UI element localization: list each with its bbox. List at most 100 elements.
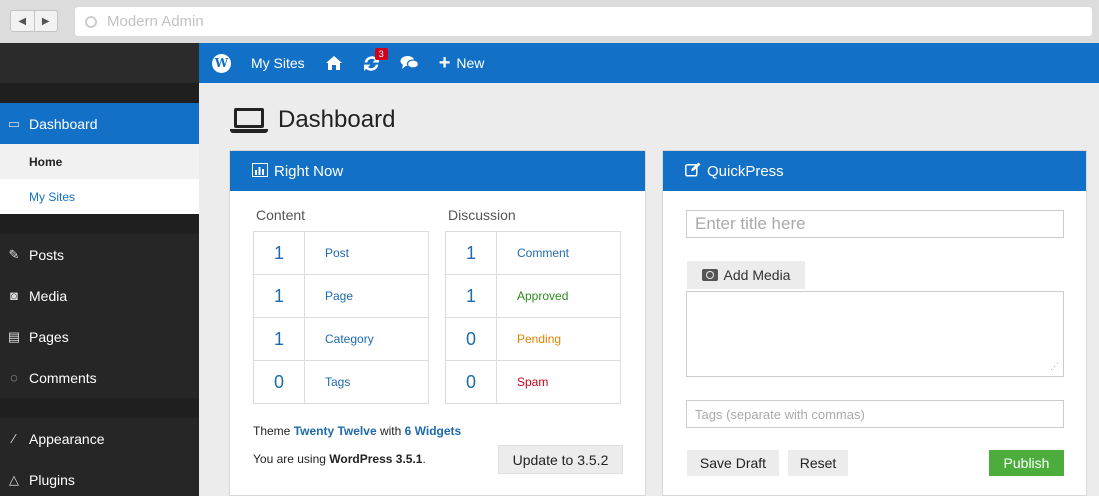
quickpress-panel: QuickPress Enter title here Add Media ⋰ … xyxy=(662,150,1087,496)
updates-count-badge: 3 xyxy=(374,48,388,60)
sidebar-item-appearance[interactable]: ⁄ Appearance xyxy=(0,418,199,459)
resize-handle[interactable]: ⋰ xyxy=(1050,361,1059,372)
theme-info: Theme Twenty Twelve with 6 Widgets xyxy=(253,424,461,438)
post-title-input[interactable]: Enter title here xyxy=(686,210,1064,238)
address-bar-text: Modern Admin xyxy=(107,13,204,30)
page-status-icon xyxy=(85,15,97,28)
back-button[interactable]: ◀ xyxy=(11,11,34,31)
sidebar-item-label: Plugins xyxy=(29,471,75,488)
table-row[interactable]: 1 Comment xyxy=(445,231,621,275)
tags-input[interactable]: Tags (separate with commas) xyxy=(686,400,1064,428)
tags-link[interactable]: Tags xyxy=(304,360,429,404)
table-row[interactable]: 0 Pending xyxy=(445,317,621,361)
magic-wand-icon: ⁄ xyxy=(12,431,16,446)
sidebar-item-label: Media xyxy=(29,287,68,304)
pending-count: 0 xyxy=(445,317,497,361)
reset-button[interactable]: Reset xyxy=(788,450,848,476)
comments-icon xyxy=(400,56,419,69)
plus-icon: + xyxy=(438,52,451,74)
home-icon xyxy=(325,56,342,70)
content-title: Content xyxy=(256,207,306,223)
sidebar-item-label: Dashboard xyxy=(29,115,98,132)
sidebar-item-dashboard[interactable]: ▭ Dashboard xyxy=(0,103,199,144)
post-content-textarea[interactable]: ⋰ xyxy=(686,291,1064,377)
browser-nav-buttons: ◀ ▶ xyxy=(10,10,58,32)
laptop-icon xyxy=(230,106,268,134)
page-title-text: Dashboard xyxy=(278,106,396,133)
sidebar-header xyxy=(0,43,199,83)
wordpress-version: WordPress 3.5.1 xyxy=(329,452,423,466)
sidebar-subitem-label: Home xyxy=(29,154,63,169)
sidebar-item-pages[interactable]: ▤ Pages xyxy=(0,316,199,357)
theme-prefix: Theme xyxy=(253,424,291,438)
post-title-placeholder: Enter title here xyxy=(695,214,806,233)
my-sites-link[interactable]: My Sites xyxy=(241,43,315,83)
publish-button[interactable]: Publish xyxy=(989,450,1064,476)
save-draft-button[interactable]: Save Draft xyxy=(687,450,779,476)
right-now-title: Right Now xyxy=(274,162,344,180)
wordpress-logo-button[interactable]: W xyxy=(199,43,241,83)
table-row[interactable]: 1 Approved xyxy=(445,274,621,318)
table-row[interactable]: 1 Category xyxy=(253,317,429,361)
browser-chrome: ◀ ▶ Modern Admin xyxy=(0,0,1099,43)
sidebar-item-label: Comments xyxy=(29,369,97,386)
theme-link[interactable]: Twenty Twelve xyxy=(294,424,377,438)
new-content-button[interactable]: + New xyxy=(429,43,495,83)
sidebar-subitem-my-sites[interactable]: My Sites xyxy=(0,179,199,214)
sidebar-item-media[interactable]: ◙ Media xyxy=(0,275,199,316)
sidebar-item-label: Posts xyxy=(29,246,65,263)
new-label: New xyxy=(456,55,485,71)
posts-link[interactable]: Post xyxy=(304,231,429,275)
categories-link[interactable]: Category xyxy=(304,317,429,361)
table-row[interactable]: 0 Tags xyxy=(253,360,429,404)
comments-link[interactable]: Comment xyxy=(496,231,621,275)
quickpress-title: QuickPress xyxy=(707,162,784,180)
sidebar-item-posts[interactable]: ✎ Posts xyxy=(0,234,199,275)
theme-with: with xyxy=(379,424,402,438)
category-count: 1 xyxy=(253,317,305,361)
page-count: 1 xyxy=(253,274,305,318)
content-table: 1 Post 1 Page 1 Category 0 Tags xyxy=(253,231,429,404)
sidebar-item-label: Appearance xyxy=(29,430,105,447)
table-row[interactable]: 0 Spam xyxy=(445,360,621,404)
pages-link[interactable]: Page xyxy=(304,274,429,318)
sidebar-item-label: Pages xyxy=(29,328,69,345)
laptop-icon: ▭ xyxy=(7,115,21,131)
address-bar[interactable]: Modern Admin xyxy=(75,7,1092,36)
sidebar-item-plugins[interactable]: △ Plugins xyxy=(0,459,199,496)
book-icon: ▤ xyxy=(7,328,21,344)
spam-count: 0 xyxy=(445,360,497,404)
sidebar-subitem-home[interactable]: Home xyxy=(0,144,199,179)
spam-link[interactable]: Spam xyxy=(496,360,621,404)
approved-link[interactable]: Approved xyxy=(496,274,621,318)
sidebar: ▭ Dashboard Home My Sites ✎ Posts ◙ Medi… xyxy=(0,83,199,496)
flask-icon: △ xyxy=(9,471,19,487)
admin-bar: W My Sites 3 + New xyxy=(199,43,1099,83)
version-info: You are using WordPress 3.5.1. xyxy=(253,452,426,466)
sidebar-item-comments[interactable]: ◌ Comments xyxy=(0,357,199,398)
comment-count: 1 xyxy=(445,231,497,275)
pending-link[interactable]: Pending xyxy=(496,317,621,361)
bar-chart-icon xyxy=(252,162,268,180)
edit-icon xyxy=(685,162,701,180)
forward-button[interactable]: ▶ xyxy=(33,11,58,31)
camera-icon xyxy=(701,269,718,281)
add-media-label: Add Media xyxy=(723,267,791,283)
table-row[interactable]: 1 Page xyxy=(253,274,429,318)
add-media-button[interactable]: Add Media xyxy=(687,261,805,289)
home-button[interactable] xyxy=(315,43,353,83)
update-button[interactable]: Update to 3.5.2 xyxy=(498,445,623,474)
comments-icon: ◌ xyxy=(10,370,18,385)
widgets-link[interactable]: 6 Widgets xyxy=(405,424,462,438)
version-prefix: You are using xyxy=(253,452,326,466)
quickpress-header: QuickPress xyxy=(663,151,1086,191)
discussion-title: Discussion xyxy=(448,207,516,223)
table-row[interactable]: 1 Post xyxy=(253,231,429,275)
my-sites-label: My Sites xyxy=(251,55,305,71)
pin-icon: ✎ xyxy=(8,246,20,262)
camera-icon: ◙ xyxy=(10,288,18,303)
updates-button[interactable]: 3 xyxy=(353,43,390,83)
sidebar-subitem-label: My Sites xyxy=(29,189,76,204)
approved-count: 1 xyxy=(445,274,497,318)
comments-button[interactable] xyxy=(390,43,429,83)
